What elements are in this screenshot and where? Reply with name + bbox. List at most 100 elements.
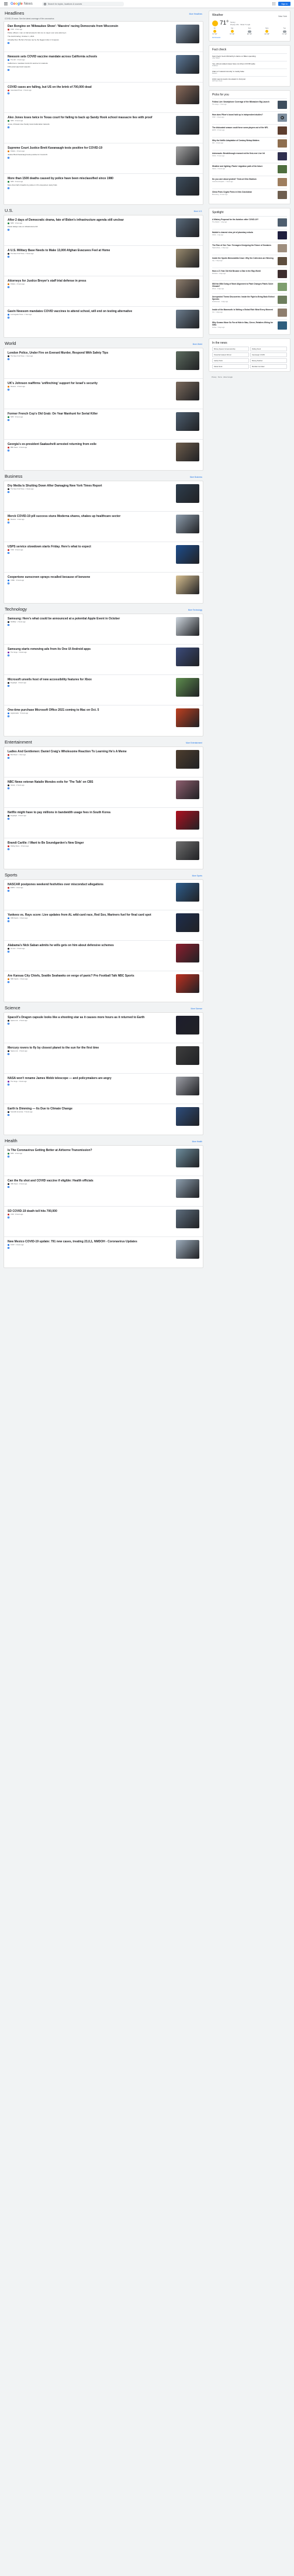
- item-headline[interactable]: Inside of the Mammoth: Is Writing a Glob…: [212, 309, 276, 311]
- story-source[interactable]: The New York Times: [11, 355, 25, 357]
- story-source[interactable]: NPR: [11, 222, 13, 224]
- story-thumbnail[interactable]: [176, 780, 199, 799]
- story-thumbnail[interactable]: [176, 1107, 199, 1126]
- story-thumbnail[interactable]: [176, 883, 199, 902]
- picks-panel-item[interactable]: Why the Netflix Adaptation of Cowboy Beb…: [212, 137, 287, 150]
- story-thumbnail[interactable]: [176, 648, 199, 666]
- item-thumbnail[interactable]: [278, 270, 287, 278]
- spotlight-panel-item[interactable]: Unexpected Theme Discoveries: Inside the…: [212, 293, 287, 306]
- full-coverage-link[interactable]: [8, 1023, 171, 1025]
- item-thumbnail[interactable]: [278, 178, 287, 186]
- full-coverage-link[interactable]: [8, 1084, 171, 1085]
- search-input[interactable]: Search for topics, locations & sources: [48, 3, 82, 5]
- full-coverage-link[interactable]: [8, 583, 171, 584]
- picks-panel-item[interactable]: How does Pfizer's boost hold up in indep…: [212, 111, 287, 124]
- section-more-link[interactable]: More Health: [192, 1140, 202, 1143]
- forecast-day[interactable]: Sun 68° 55°: [247, 28, 253, 35]
- topic-chip[interactable]: Kavanaugh COVID: [250, 352, 287, 357]
- full-coverage-link[interactable]: [8, 450, 171, 451]
- story-headline[interactable]: A U.S. Military Base Needs to Make 13,00…: [8, 249, 171, 252]
- story-source[interactable]: Engadget: [11, 815, 17, 817]
- full-coverage-link[interactable]: [8, 1156, 171, 1157]
- picks-panel-item[interactable]: Do you care about protest? Tests at Ohio…: [212, 176, 287, 189]
- story-source[interactable]: CNN: [11, 549, 14, 551]
- fact-check-item[interactable]: Fact check: Kevin McCarthy's claims on B…: [212, 53, 287, 61]
- item-thumbnail[interactable]: [278, 101, 287, 109]
- story-thumbnail[interactable]: [176, 974, 199, 993]
- story-thumbnail[interactable]: [176, 545, 199, 564]
- story-headline[interactable]: Microsoft unveils host of new accessibil…: [8, 678, 171, 681]
- full-coverage-link[interactable]: [8, 187, 171, 189]
- story-source[interactable]: CBS Sports: [11, 917, 19, 919]
- item-headline[interactable]: The Rise of Gen Trax: Teenagers Designin…: [212, 244, 276, 246]
- related-headline[interactable]: FDA panel approval requests: [8, 66, 171, 68]
- story-headline[interactable]: Attorneys for Justice Breyer's staff tri…: [8, 279, 171, 283]
- story-source[interactable]: NPR: [11, 120, 13, 122]
- full-coverage-link[interactable]: [8, 69, 171, 71]
- item-thumbnail[interactable]: [278, 114, 287, 122]
- story-headline[interactable]: Are Kansas City Chiefs, Seattle Seahawks…: [8, 974, 171, 978]
- topic-chip[interactable]: Rolling Stock: [250, 347, 287, 351]
- item-headline[interactable]: How a 17-Year Old Kid Became a Star in t…: [212, 270, 276, 272]
- full-coverage-link[interactable]: [8, 419, 171, 421]
- story-source[interactable]: 9to5Mac: [11, 621, 16, 623]
- related-headline[interactable]: Jones, Infowars lose Sandy Hook defamati…: [8, 123, 171, 125]
- item-headline[interactable]: Will the Milk Going of Word Alignment to…: [212, 283, 276, 287]
- related-headline[interactable]: Justice Brett Kavanaugh tests positive f…: [8, 153, 171, 156]
- picks-panel-item[interactable]: China Fines Crypto Firms in New Crackdow…: [212, 189, 287, 201]
- story-thumbnail[interactable]: [176, 279, 199, 298]
- spotlight-panel-item[interactable]: Inside the Sports Memorabilia Craze: Why…: [212, 255, 287, 268]
- story-source[interactable]: Rolling Stone: [11, 845, 19, 847]
- play-icon[interactable]: [281, 116, 284, 119]
- item-headline[interactable]: Why the Netflix Adaptation of Cowboy Beb…: [212, 139, 276, 142]
- story-thumbnail[interactable]: [176, 1149, 199, 1167]
- story-source[interactable]: The New York Times: [11, 253, 25, 255]
- story-source[interactable]: CNN: [11, 1214, 14, 1215]
- story-headline[interactable]: Netflix might have to pay millions in ba…: [8, 811, 171, 814]
- story-source[interactable]: NBC Sports: [11, 978, 19, 980]
- story-headline[interactable]: Newsom sets COVID vaccine mandate across…: [8, 55, 171, 59]
- item-thumbnail[interactable]: [278, 139, 287, 148]
- story-thumbnail[interactable]: [176, 1179, 199, 1198]
- story-thumbnail[interactable]: [176, 382, 199, 400]
- search-bar[interactable]: Search for topics, locations & sources: [41, 1, 124, 6]
- full-coverage-link[interactable]: [8, 655, 171, 656]
- topic-chip[interactable]: Meridian Gonzalez: [250, 364, 287, 369]
- main-menu-icon[interactable]: [4, 2, 8, 6]
- spotlight-panel-item[interactable]: A Mistery Proposal for the Aviation: aft…: [212, 216, 287, 229]
- full-coverage-link[interactable]: [8, 624, 171, 626]
- section-more-link[interactable]: More U.S.: [194, 210, 202, 213]
- story-headline[interactable]: SD COVID-19 death toll hits 700,000: [8, 1210, 171, 1213]
- section-title[interactable]: Business: [5, 474, 22, 479]
- story-thumbnail[interactable]: [176, 177, 199, 196]
- section-title[interactable]: Sports: [5, 872, 18, 878]
- story-source[interactable]: Space.com: [11, 1020, 18, 1022]
- full-coverage-link[interactable]: [8, 818, 171, 820]
- story-headline[interactable]: NASCAR postpones weekend festivities ove…: [8, 883, 171, 886]
- story-thumbnail[interactable]: [176, 146, 199, 165]
- full-coverage-link[interactable]: [8, 157, 171, 159]
- item-thumbnail[interactable]: [278, 283, 287, 291]
- full-coverage-link[interactable]: [8, 1053, 171, 1055]
- section-title[interactable]: U.S.: [5, 208, 13, 213]
- sign-in-button[interactable]: Sign in: [278, 2, 290, 6]
- story-thumbnail[interactable]: [176, 678, 199, 697]
- section-title[interactable]: Science: [5, 1005, 20, 1010]
- story-thumbnail[interactable]: [176, 1240, 199, 1259]
- story-source[interactable]: The Hill: [11, 59, 16, 61]
- full-coverage-link[interactable]: [8, 890, 171, 892]
- picks-panel-item[interactable]: The dislocated season could force some p…: [212, 124, 287, 137]
- full-coverage-link[interactable]: [8, 317, 171, 318]
- topic-chip[interactable]: Britney Spears Conservatorship: [212, 347, 249, 351]
- story-source[interactable]: ABC News: [11, 1183, 18, 1185]
- fact-check-item[interactable]: Arctic sea ice levels mis-stated in vira…: [212, 76, 287, 84]
- full-coverage-link[interactable]: [8, 1114, 171, 1116]
- related-headline[interactable]: Actuality Dev; Borhe's Terrace top by th…: [8, 39, 171, 41]
- item-headline[interactable]: China Fines Crypto Firms in New Crackdow…: [212, 191, 276, 193]
- full-coverage-link[interactable]: [8, 685, 171, 687]
- story-source[interactable]: Space.com: [11, 1050, 18, 1052]
- story-thumbnail[interactable]: [176, 116, 199, 135]
- full-forecast-link[interactable]: Full forecast: [212, 37, 287, 39]
- story-thumbnail[interactable]: [176, 1016, 199, 1034]
- item-headline[interactable]: Inside the Sports Memorabilia Craze: Why…: [212, 257, 276, 259]
